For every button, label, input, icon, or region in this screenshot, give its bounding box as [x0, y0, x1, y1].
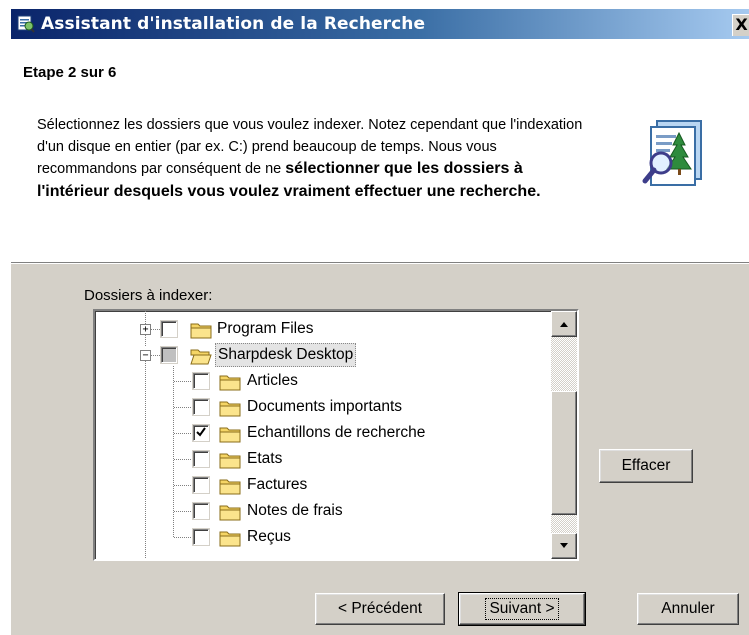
tree-item-notes-de-frais[interactable]: Notes de frais: [95, 498, 535, 524]
tree-checkbox[interactable]: [161, 321, 177, 337]
folder-icon: [219, 453, 241, 469]
step-indicator: Etape 2 sur 6: [23, 64, 117, 81]
folder-icon: [219, 375, 241, 391]
folder-icon: [219, 505, 241, 521]
tree-item-recus[interactable]: Reçus: [95, 524, 535, 550]
folder-tree-content: + Program Files − Sharpdesk Desktop Arti…: [95, 311, 537, 559]
tree-item-echantillons-de-recherche[interactable]: Echantillons de recherche: [95, 420, 535, 446]
tree-item-label: Echantillons de recherche: [247, 424, 426, 441]
scroll-up-button[interactable]: [551, 311, 577, 337]
tree-checkbox[interactable]: [193, 503, 209, 519]
vertical-scrollbar[interactable]: [551, 311, 577, 559]
next-button[interactable]: Suivant >: [458, 592, 586, 626]
next-button-label: Suivant >: [485, 598, 559, 620]
open-folder-icon: [190, 349, 212, 365]
folders-to-index-label: Dossiers à indexer:: [84, 287, 213, 304]
folder-icon: [190, 323, 212, 339]
tree-item-factures[interactable]: Factures: [95, 472, 535, 498]
collapse-icon[interactable]: −: [140, 350, 151, 361]
tree-checkbox[interactable]: [193, 529, 209, 545]
step-description: Sélectionnez les dossiers que vous voule…: [37, 115, 597, 203]
installation-wizard-window: Assistant d'installation de la Recherche…: [10, 8, 749, 635]
close-button[interactable]: X: [732, 14, 749, 36]
tree-item-label: Documents importants: [247, 398, 403, 415]
expand-icon[interactable]: +: [140, 324, 151, 335]
search-document-icon: [642, 120, 702, 186]
tree-item-articles[interactable]: Articles: [95, 368, 535, 394]
tree-item-program-files[interactable]: + Program Files: [95, 316, 535, 342]
tree-item-sharpdesk-desktop[interactable]: − Sharpdesk Desktop: [95, 342, 535, 368]
tree-item-label: Sharpdesk Desktop: [215, 343, 357, 367]
window-title: Assistant d'installation de la Recherche: [41, 14, 426, 34]
previous-button[interactable]: < Précédent: [315, 593, 445, 625]
folder-tree[interactable]: + Program Files − Sharpdesk Desktop Arti…: [93, 309, 579, 561]
folder-icon: [219, 479, 241, 495]
close-icon: X: [735, 15, 748, 34]
folder-icon: [219, 427, 241, 443]
wizard-header-panel: Etape 2 sur 6 Sélectionnez les dossiers …: [11, 39, 749, 264]
tree-item-label: Notes de frais: [247, 502, 343, 519]
title-bar[interactable]: Assistant d'installation de la Recherche…: [11, 9, 749, 39]
tree-item-documents-importants[interactable]: Documents importants: [95, 394, 535, 420]
checkmark-icon: [196, 427, 206, 437]
arrow-up-icon: [560, 322, 568, 327]
folder-icon: [219, 401, 241, 417]
tree-checkbox[interactable]: [193, 399, 209, 415]
tree-item-label: Program Files: [217, 320, 314, 337]
tree-checkbox-checked[interactable]: [193, 425, 209, 441]
scroll-down-button[interactable]: [551, 533, 577, 559]
folder-icon: [219, 531, 241, 547]
tree-item-label: Articles: [247, 372, 298, 389]
arrow-down-icon: [560, 543, 568, 548]
clear-button[interactable]: Effacer: [599, 449, 693, 483]
tree-item-label: Reçus: [247, 528, 291, 545]
tree-checkbox[interactable]: [193, 451, 209, 467]
cancel-button[interactable]: Annuler: [637, 593, 739, 625]
tree-checkbox[interactable]: [161, 347, 177, 363]
tree-item-etats[interactable]: Etats: [95, 446, 535, 472]
tree-item-label: Etats: [247, 450, 283, 467]
wizard-app-icon: [17, 15, 35, 33]
tree-item-label: Factures: [247, 476, 308, 493]
tree-checkbox[interactable]: [193, 477, 209, 493]
scroll-thumb[interactable]: [551, 391, 577, 515]
tree-checkbox[interactable]: [193, 373, 209, 389]
